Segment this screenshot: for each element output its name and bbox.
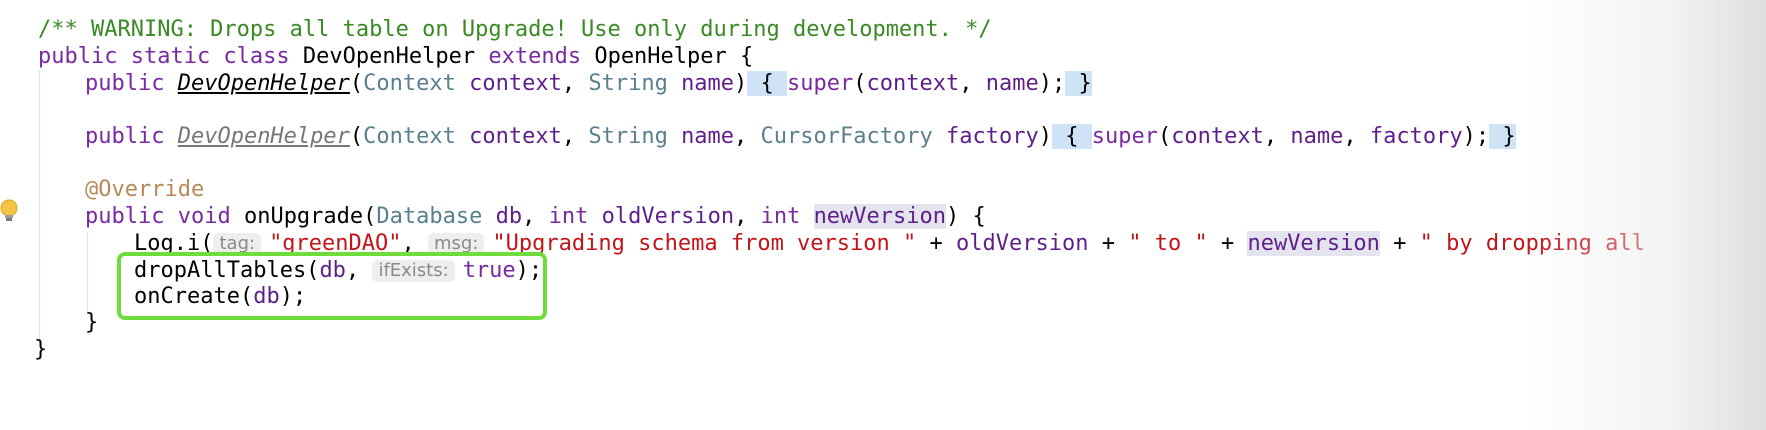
keyword: public static class	[38, 44, 290, 69]
fold-region-open[interactable]: {	[1051, 124, 1092, 149]
class-name: DevOpenHelper	[289, 44, 489, 69]
paren: )	[734, 71, 748, 96]
paren: (	[363, 204, 377, 229]
param-name: name	[681, 71, 735, 96]
constructor-2: public DevOpenHelper(Context context, St…	[85, 122, 1516, 152]
doc-comment: /** WARNING: Drops all table on Upgrade!…	[38, 17, 992, 42]
keyword: super	[787, 71, 854, 96]
param-type: String	[588, 124, 682, 149]
comma: ,	[561, 124, 589, 149]
arg: factory	[1369, 124, 1463, 149]
parent-class: OpenHelper {	[581, 44, 754, 69]
operator: +	[1207, 231, 1248, 256]
variable-highlighted: newVersion	[1247, 231, 1380, 256]
class-declaration: public static class DevOpenHelper extend…	[38, 42, 753, 72]
fold-region-close[interactable]: }	[1065, 71, 1092, 96]
comma: ,	[1343, 124, 1370, 149]
keyword: public	[85, 124, 178, 149]
param-type: Context	[363, 71, 470, 96]
arg: name	[1290, 124, 1344, 149]
variable: oldVersion	[956, 231, 1089, 256]
paren: (	[853, 71, 867, 96]
param-name: factory	[945, 124, 1039, 149]
constructor-name[interactable]: DevOpenHelper	[178, 71, 350, 96]
paren: (	[349, 124, 364, 149]
param-type: int	[760, 204, 814, 229]
paren: (	[1157, 124, 1172, 149]
comma: ,	[561, 71, 589, 96]
class-close-brace: }	[34, 337, 48, 362]
paren: );	[1038, 71, 1066, 96]
arg: context	[866, 71, 960, 96]
lightbulb-icon[interactable]	[0, 199, 18, 223]
keyword: extends	[488, 44, 582, 69]
string-literal: " by dropping all	[1419, 231, 1645, 256]
param-name-highlighted: newVersion	[813, 204, 947, 229]
arg: context	[1171, 124, 1264, 149]
param-name: name	[681, 124, 735, 149]
comma: ,	[959, 71, 986, 96]
comma: ,	[734, 124, 761, 149]
keyword: public	[85, 71, 178, 96]
method-close-brace: }	[85, 310, 99, 335]
param-type: Context	[363, 124, 470, 149]
param-type: String	[588, 71, 682, 96]
string-literal: "Upgrading schema from version "	[492, 231, 917, 256]
param-name: db	[495, 204, 523, 229]
string-literal: " to "	[1128, 231, 1208, 256]
paren: )	[1038, 124, 1052, 149]
comma: ,	[734, 204, 761, 229]
operator: +	[916, 231, 957, 256]
edge-shadow	[1526, 0, 1766, 430]
keyword: public void	[85, 204, 244, 229]
param-type: CursorFactory	[760, 124, 946, 149]
param-name: oldVersion	[601, 204, 735, 229]
indent-guide	[39, 70, 40, 340]
param-name: context	[469, 71, 562, 96]
operator: +	[1379, 231, 1420, 256]
comma: ,	[1263, 124, 1291, 149]
paren: (	[349, 71, 364, 96]
keyword: super	[1091, 124, 1158, 149]
code-editor[interactable]: /** WARNING: Drops all table on Upgrade!…	[0, 0, 1766, 430]
param-type: Database	[376, 204, 496, 229]
constructor-name[interactable]: DevOpenHelper	[178, 124, 350, 149]
method-declaration: public void onUpgrade(Database db, int o…	[85, 202, 986, 232]
paren: );	[1462, 124, 1490, 149]
fold-region-open[interactable]: {	[747, 71, 788, 96]
constructor-1: public DevOpenHelper(Context context, St…	[85, 69, 1092, 99]
highlight-callout-box	[117, 252, 547, 320]
param-name: context	[469, 124, 562, 149]
comma: ,	[522, 204, 549, 229]
indent-guide	[87, 232, 88, 314]
paren: ) {	[946, 204, 986, 229]
operator: +	[1088, 231, 1129, 256]
arg: name	[985, 71, 1039, 96]
fold-region-close[interactable]: }	[1489, 124, 1516, 149]
method-name[interactable]: onUpgrade	[244, 204, 363, 229]
override-annotation: @Override	[85, 177, 205, 202]
param-type: int	[548, 204, 602, 229]
